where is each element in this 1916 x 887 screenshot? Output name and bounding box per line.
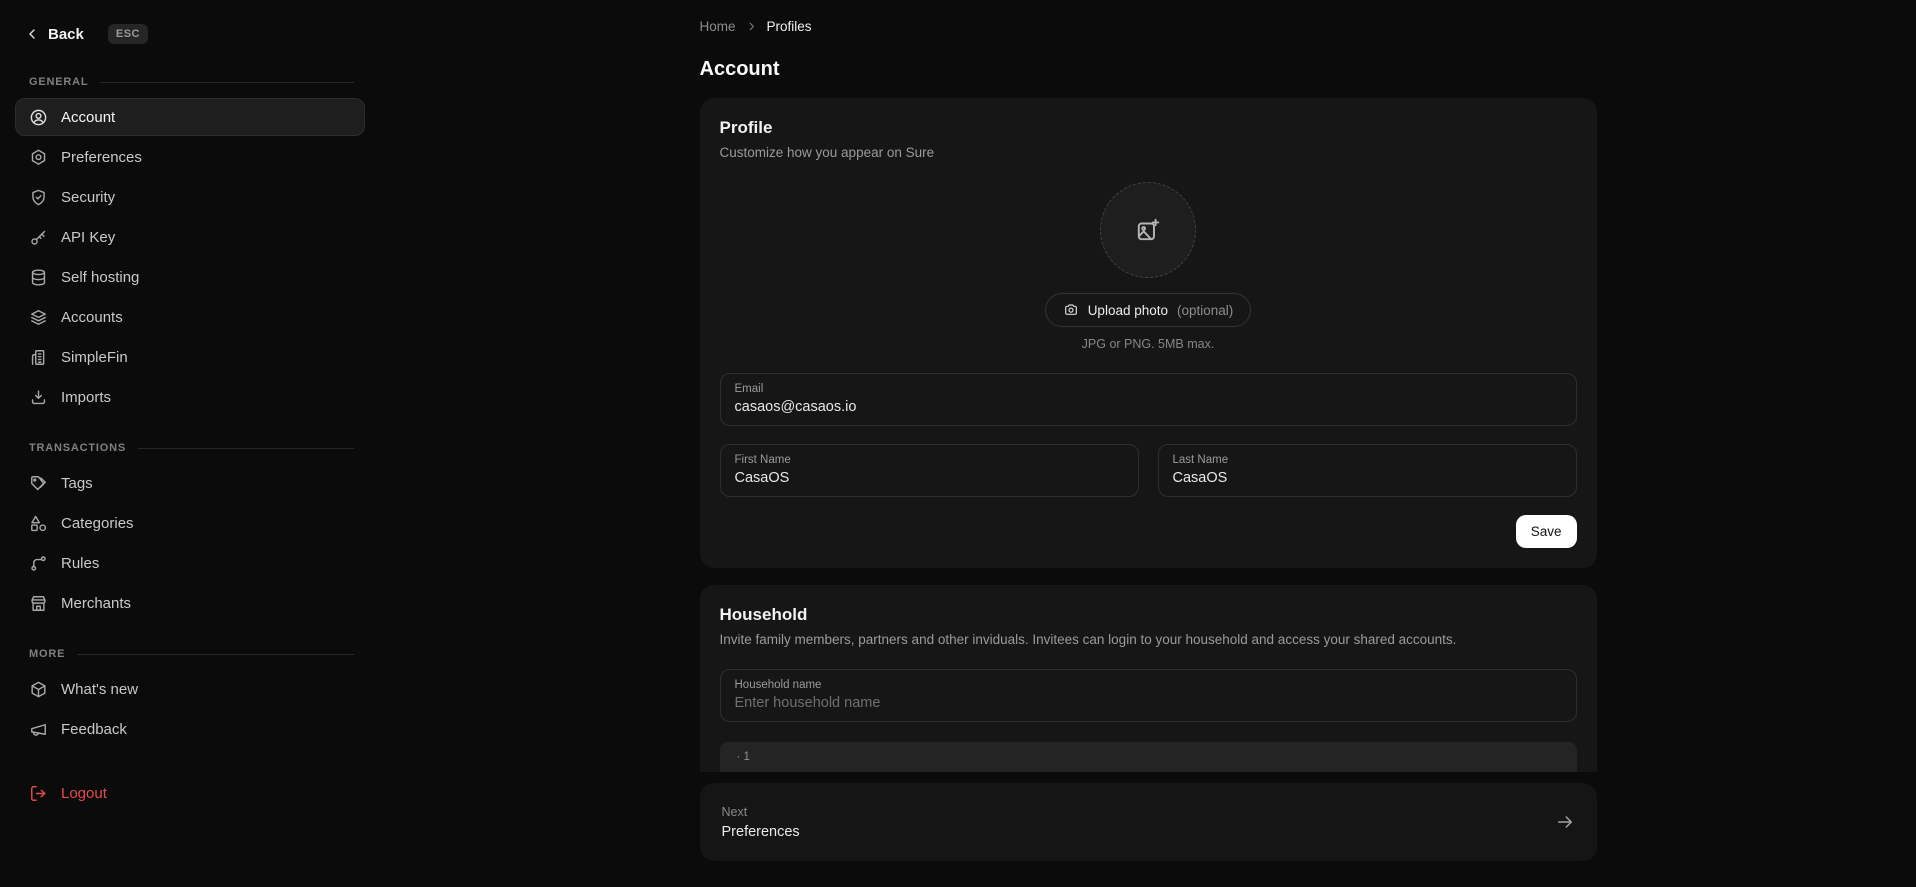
first-name-field-group: First Name [720, 444, 1139, 497]
sidebar-item-label: Preferences [61, 149, 142, 166]
upload-optional-label: (optional) [1177, 303, 1233, 318]
save-button[interactable]: Save [1516, 515, 1577, 548]
household-name-input[interactable] [735, 695, 1562, 711]
profile-card-subtitle: Customize how you appear on Sure [720, 145, 1577, 160]
household-card: Household Invite family members, partner… [700, 585, 1597, 772]
sidebar-item-tags[interactable]: Tags [15, 464, 365, 502]
sidebar-item-categories[interactable]: Categories [15, 504, 365, 542]
section-label: TRANSACTIONS [29, 442, 126, 454]
divider [138, 448, 354, 449]
sidebar-item-simplefin[interactable]: SimpleFin [15, 338, 365, 376]
sidebar-item-rules[interactable]: Rules [15, 544, 365, 582]
branch-icon [29, 554, 48, 573]
esc-key-badge: ESC [108, 24, 148, 44]
download-icon [29, 388, 48, 407]
breadcrumb-home-link[interactable]: Home [700, 19, 736, 34]
shield-check-icon [29, 188, 48, 207]
next-target-label: Preferences [722, 824, 800, 840]
sidebar-item-label: Feedback [61, 721, 127, 738]
sidebar-item-account[interactable]: Account [15, 98, 365, 136]
store-icon [29, 594, 48, 613]
sidebar-item-feedback[interactable]: Feedback [15, 710, 365, 748]
profile-card-title: Profile [720, 118, 1577, 138]
sidebar-item-label: API Key [61, 229, 115, 246]
user-circle-icon [29, 108, 48, 127]
sidebar-item-api-key[interactable]: API Key [15, 218, 365, 256]
next-preferences-card[interactable]: Next Preferences [700, 783, 1597, 861]
first-name-input[interactable] [735, 470, 1124, 486]
section-label: MORE [29, 648, 65, 660]
sidebar-item-label: Categories [61, 515, 134, 532]
sidebar-item-self-hosting[interactable]: Self hosting [15, 258, 365, 296]
package-icon [29, 680, 48, 699]
email-input[interactable] [735, 399, 1562, 415]
sidebar-item-label: Self hosting [61, 269, 139, 286]
divider [77, 654, 354, 655]
settings-sidebar: Back ESC GENERAL Account Preferences Sec… [0, 0, 380, 887]
profile-card: Profile Customize how you appear on Sure… [700, 98, 1597, 568]
image-plus-icon [1135, 217, 1161, 243]
logout-button[interactable]: Logout [15, 774, 365, 812]
divider [100, 82, 354, 83]
logout-icon [29, 784, 48, 803]
sidebar-item-label: Account [61, 109, 115, 126]
household-name-label: Household name [735, 679, 1562, 691]
arrow-right-icon [1555, 812, 1575, 832]
sidebar-item-security[interactable]: Security [15, 178, 365, 216]
breadcrumb-current: Profiles [767, 19, 812, 34]
main-content: Home Profiles Account Profile Customize … [380, 0, 1916, 887]
upload-photo-label: Upload photo [1088, 303, 1168, 318]
sidebar-item-whats-new[interactable]: What's new [15, 670, 365, 708]
household-card-description: Invite family members, partners and othe… [720, 632, 1577, 647]
next-label: Next [722, 805, 800, 819]
sidebar-item-accounts[interactable]: Accounts [15, 298, 365, 336]
breadcrumb: Home Profiles [700, 16, 1597, 36]
chevron-left-icon [24, 26, 40, 42]
sidebar-item-label: What's new [61, 681, 138, 698]
household-member-row[interactable]: · 1 [720, 742, 1577, 772]
database-icon [29, 268, 48, 287]
last-name-label: Last Name [1173, 454, 1562, 466]
sidebar-item-imports[interactable]: Imports [15, 378, 365, 416]
bank-icon [29, 348, 48, 367]
sidebar-section-more: MORE [29, 648, 364, 660]
cog-icon [29, 148, 48, 167]
upload-photo-button[interactable]: Upload photo (optional) [1045, 293, 1252, 327]
first-name-label: First Name [735, 454, 1124, 466]
sidebar-item-label: Accounts [61, 309, 123, 326]
sidebar-item-label: SimpleFin [61, 349, 128, 366]
household-name-field-group: Household name [720, 669, 1577, 722]
sidebar-item-label: Merchants [61, 595, 131, 612]
sidebar-section-general: GENERAL [29, 76, 364, 88]
megaphone-icon [29, 720, 48, 739]
email-field-group: Email [720, 373, 1577, 426]
sidebar-item-preferences[interactable]: Preferences [15, 138, 365, 176]
logout-label: Logout [61, 785, 107, 802]
shapes-icon [29, 514, 48, 533]
section-label: GENERAL [29, 76, 88, 88]
camera-icon [1063, 302, 1079, 318]
back-button[interactable]: Back ESC [12, 18, 368, 50]
sidebar-item-label: Security [61, 189, 115, 206]
layers-icon [29, 308, 48, 327]
upload-hint: JPG or PNG. 5MB max. [720, 337, 1577, 351]
email-label: Email [735, 383, 1562, 395]
sidebar-item-merchants[interactable]: Merchants [15, 584, 365, 622]
sidebar-section-transactions: TRANSACTIONS [29, 442, 364, 454]
sidebar-item-label: Imports [61, 389, 111, 406]
sidebar-item-label: Tags [61, 475, 93, 492]
sidebar-item-label: Rules [61, 555, 99, 572]
chevron-right-icon [745, 20, 758, 33]
page-title: Account [700, 58, 1597, 81]
household-card-title: Household [720, 605, 1577, 625]
back-label: Back [48, 26, 84, 43]
key-icon [29, 228, 48, 247]
tags-icon [29, 474, 48, 493]
avatar-upload-target[interactable] [1100, 182, 1196, 278]
last-name-field-group: Last Name [1158, 444, 1577, 497]
last-name-input[interactable] [1173, 470, 1562, 486]
